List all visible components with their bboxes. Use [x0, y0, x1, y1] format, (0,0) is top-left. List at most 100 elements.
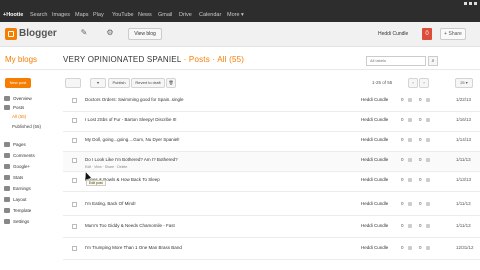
post-row[interactable]: I Lost 2Sbs of Fur - Barton Sleepy! Disc… — [63, 112, 480, 132]
next-page-button[interactable]: › — [419, 78, 429, 88]
post-author[interactable]: Heddi Cundle — [361, 97, 388, 102]
view-count: 0 — [419, 223, 422, 228]
post-date: 1/16/13 — [456, 117, 472, 122]
post-title[interactable]: I'm Trumping More Than 1 One Man Brass B… — [85, 245, 182, 250]
sidebar-item-label: Pages — [13, 142, 26, 147]
my-blogs-link[interactable]: My blogs — [5, 55, 37, 64]
template-icon — [4, 208, 10, 214]
view-blog-button[interactable]: View blog — [128, 28, 162, 40]
post-author[interactable]: Heddi Cundle — [361, 157, 388, 162]
share-button[interactable]: + Share — [440, 28, 466, 40]
sidebar-item-posts[interactable]: Posts — [4, 105, 24, 111]
view-count: 0 — [419, 201, 422, 206]
comment-icon — [408, 158, 412, 162]
views-icon — [426, 158, 430, 162]
google-tab-search[interactable]: Search — [30, 12, 47, 18]
google-tab-play[interactable]: Play — [93, 12, 104, 18]
post-date: 1/11/13 — [456, 201, 471, 206]
post-author[interactable]: Heddi Cundle — [361, 137, 388, 142]
post-checkbox[interactable] — [72, 202, 77, 207]
post-author[interactable]: Heddi Cundle — [361, 177, 388, 182]
sidebar-item-template[interactable]: Template — [4, 208, 31, 214]
views-icon — [426, 138, 430, 142]
sidebar-item-settings[interactable]: Settings — [4, 219, 29, 225]
select-all-checkbox[interactable] — [65, 78, 81, 88]
google-tab-more[interactable]: More ▾ — [227, 12, 244, 18]
comment-icon — [408, 138, 412, 142]
revert-to-draft-button[interactable]: Revert to draft — [131, 78, 165, 88]
post-author[interactable]: Heddi Cundle — [361, 245, 388, 250]
pencil-icon[interactable]: ✎ — [78, 28, 90, 40]
google-tab-gmail[interactable]: Gmail — [158, 12, 172, 18]
post-title[interactable]: Doctors Orders: Swimming good for Spain.… — [85, 97, 184, 102]
post-author[interactable]: Heddi Cundle — [361, 201, 388, 206]
post-checkbox[interactable] — [72, 98, 77, 103]
settings-icon — [4, 219, 10, 225]
post-hover-actions[interactable]: Edit · View · Share · Delete — [85, 165, 127, 169]
post-title[interactable]: Mum's Too Giddy & Needs Chamomile - Fast — [85, 223, 175, 228]
apps-grid-icon[interactable] — [462, 0, 480, 10]
prev-page-button[interactable]: ‹ — [408, 78, 418, 88]
post-row[interactable]: Do I Look Like I'm Bothered? Am I? Bothe… — [63, 152, 480, 172]
post-checkbox[interactable] — [72, 158, 77, 163]
view-count: 0 — [419, 97, 422, 102]
post-row[interactable]: My Doll, going...going....Gum, Nu Dyer S… — [63, 132, 480, 152]
post-checkbox[interactable] — [72, 138, 77, 143]
post-author[interactable]: Heddi Cundle — [361, 223, 388, 228]
blogger-logo-icon[interactable] — [5, 28, 17, 40]
google-tab-news[interactable]: News — [138, 12, 152, 18]
post-checkbox[interactable] — [72, 178, 77, 183]
post-date: 1/11/13 — [456, 157, 471, 162]
delete-button[interactable]: 🗑 — [166, 78, 176, 88]
sidebar-item-comments[interactable]: Comments — [4, 153, 35, 159]
new-post-button[interactable]: New post — [5, 78, 31, 88]
post-title[interactable]: My Doll, going...going....Gum, Nu Dyer S… — [85, 137, 180, 142]
post-author[interactable]: Heddi Cundle — [361, 117, 388, 122]
google-tab-calendar[interactable]: Calendar — [199, 12, 221, 18]
breadcrumb-all[interactable]: All (55) — [217, 55, 244, 64]
sidebar-item-layout[interactable]: Layout — [4, 197, 27, 203]
google-tab-maps[interactable]: Maps — [75, 12, 88, 18]
post-checkbox[interactable] — [72, 118, 77, 123]
sidebar-item-all[interactable]: All (55) — [12, 114, 26, 119]
layout-icon — [4, 197, 10, 203]
post-row[interactable]: Doctors Orders: Swimming good for Spain.… — [63, 92, 480, 112]
breadcrumb-posts[interactable]: Posts — [189, 55, 210, 64]
post-checkbox[interactable] — [72, 246, 77, 251]
sidebar-item-stats[interactable]: Stats — [4, 175, 23, 181]
comment-count: 0 — [401, 201, 404, 206]
user-name[interactable]: Heddi Cundle — [378, 31, 408, 37]
google-tab-drive[interactable]: Drive — [179, 12, 192, 18]
post-row[interactable]: I'm Eating, Back Of Mind! Heddi Cundle 0 0 1… — [63, 196, 480, 216]
divider — [0, 69, 480, 70]
sidebar-item-pages[interactable]: Pages — [4, 142, 26, 148]
post-title[interactable]: I'm Eating, Back Of Mind! — [85, 201, 136, 206]
search-icon[interactable]: ⌕ — [428, 56, 438, 66]
sidebar-item-overview[interactable]: Overview — [4, 96, 32, 102]
notification-badge[interactable]: 0 — [422, 28, 432, 40]
publish-button[interactable]: Publish — [108, 78, 130, 88]
sidebar-item-published[interactable]: Published (55) — [12, 124, 41, 129]
blogger-logo-text[interactable]: Blogger — [19, 28, 57, 39]
google-tab-images[interactable]: Images — [52, 12, 70, 18]
blog-name[interactable]: VERY OPINIONATED SPANIEL — [63, 55, 181, 64]
post-checkbox[interactable] — [72, 224, 77, 229]
post-title[interactable]: I Lost 2Sbs of Fur - Barton Sleepy! Disc… — [85, 117, 177, 122]
gear-icon[interactable]: ⚙ — [104, 28, 116, 40]
sidebar-item-google-plus[interactable]: Google+ — [4, 164, 30, 170]
google-tab-profile[interactable]: +Hootie — [3, 12, 23, 18]
label-dropdown-button[interactable]: ▾ — [90, 78, 106, 88]
google-bar: +Hootie Search Images Maps Play YouTube … — [0, 0, 480, 22]
overview-icon — [4, 96, 10, 102]
post-row[interactable]: Mum's Too Giddy & Needs Chamomile - Fast… — [63, 218, 480, 238]
google-tab-youtube[interactable]: YouTube — [112, 12, 134, 18]
views-icon — [426, 246, 430, 250]
page-size-select[interactable]: 25 ▾ — [455, 78, 473, 88]
post-title[interactable]: Do I Look Like I'm Bothered? Am I? Bothe… — [85, 157, 178, 162]
post-date: 1/11/13 — [456, 223, 471, 228]
label-filter[interactable]: All labels — [366, 56, 426, 66]
sidebar-item-earnings[interactable]: Earnings — [4, 186, 31, 192]
post-row[interactable]: Bones & Bowls & How Back To Sleep Heddi C… — [63, 172, 480, 192]
post-row[interactable]: I'm Trumping More Than 1 One Man Brass B… — [63, 240, 480, 260]
comment-icon — [408, 98, 412, 102]
